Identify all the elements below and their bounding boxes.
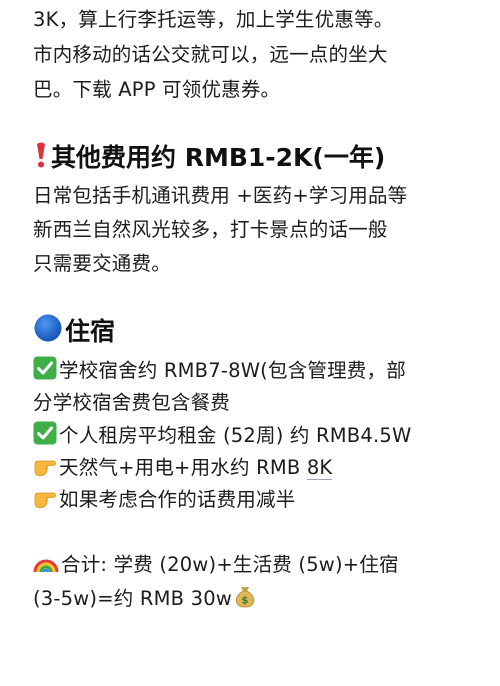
housing-item-2: 个人租房平均租金 (52周) 约 RMB4.5W — [33, 421, 411, 453]
housing-heading-text: 住宿 — [65, 317, 116, 346]
housing-heading: 住宿 — [33, 313, 115, 352]
pointing-hand-icon — [33, 455, 57, 485]
housing-item-1-text: 学校宿舍约 RMB7-8W(包含管理费，部 — [59, 359, 406, 382]
other-costs-heading: 其他费用约 RMB1-2K(一年) — [33, 141, 385, 178]
green-check-icon — [33, 421, 57, 453]
intro-line-1: 3K，算上行李托运等，加上学生优惠等。 — [33, 8, 394, 31]
rainbow-icon — [33, 552, 59, 582]
other-costs-line-3: 只需要交通费。 — [33, 252, 171, 275]
housing-item-1-line-1: 学校宿舍约 RMB7-8W(包含管理费，部 — [33, 356, 406, 388]
intro-line-3: 巴。下载 APP 可领优惠券。 — [33, 78, 281, 101]
pointing-hand-icon — [33, 487, 57, 517]
housing-item-3: 天然气+用电+用水约 RMB 8K — [33, 454, 333, 485]
other-costs-line-2: 新西兰自然风光较多，打卡景点的话一般 — [33, 218, 388, 241]
utilities-amount: 8K — [306, 456, 333, 480]
housing-item-4: 如果考虑合作的话费用减半 — [33, 486, 295, 517]
other-costs-heading-text: 其他费用约 RMB1-2K(一年) — [51, 143, 386, 172]
housing-item-4-text: 如果考虑合作的话费用减半 — [59, 488, 296, 511]
other-costs-line-1: 日常包括手机通讯费用 +医药+学习用品等 — [33, 184, 408, 207]
intro-line-2: 市内移动的话公交就可以，远一点的坐大 — [33, 43, 388, 66]
housing-item-3-text: 天然气+用电+用水约 RMB — [59, 456, 307, 479]
post-page: 3K，算上行李托运等，加上学生优惠等。 市内移动的话公交就可以，远一点的坐大 巴… — [0, 0, 500, 686]
svg-text:$: $ — [241, 596, 248, 607]
red-exclamation-heart-icon — [33, 141, 49, 178]
blue-circle-icon — [33, 313, 63, 352]
total-line-1-text: 合计: 学费 (20w)+生活费 (5w)+住宿 — [61, 553, 399, 576]
green-check-icon — [33, 356, 57, 388]
total-line-1: 合计: 学费 (20w)+生活费 (5w)+住宿 — [33, 551, 399, 582]
housing-item-2-text: 个人租房平均租金 (52周) 约 RMB4.5W — [59, 424, 412, 447]
total-line-2: (3-5w)=约 RMB 30w $ — [33, 584, 258, 616]
housing-item-1-line-2: 分学校宿舍费包含餐费 — [33, 391, 231, 414]
total-line-2-text: (3-5w)=约 RMB 30w — [33, 587, 232, 610]
money-bag-icon: $ — [234, 584, 256, 616]
